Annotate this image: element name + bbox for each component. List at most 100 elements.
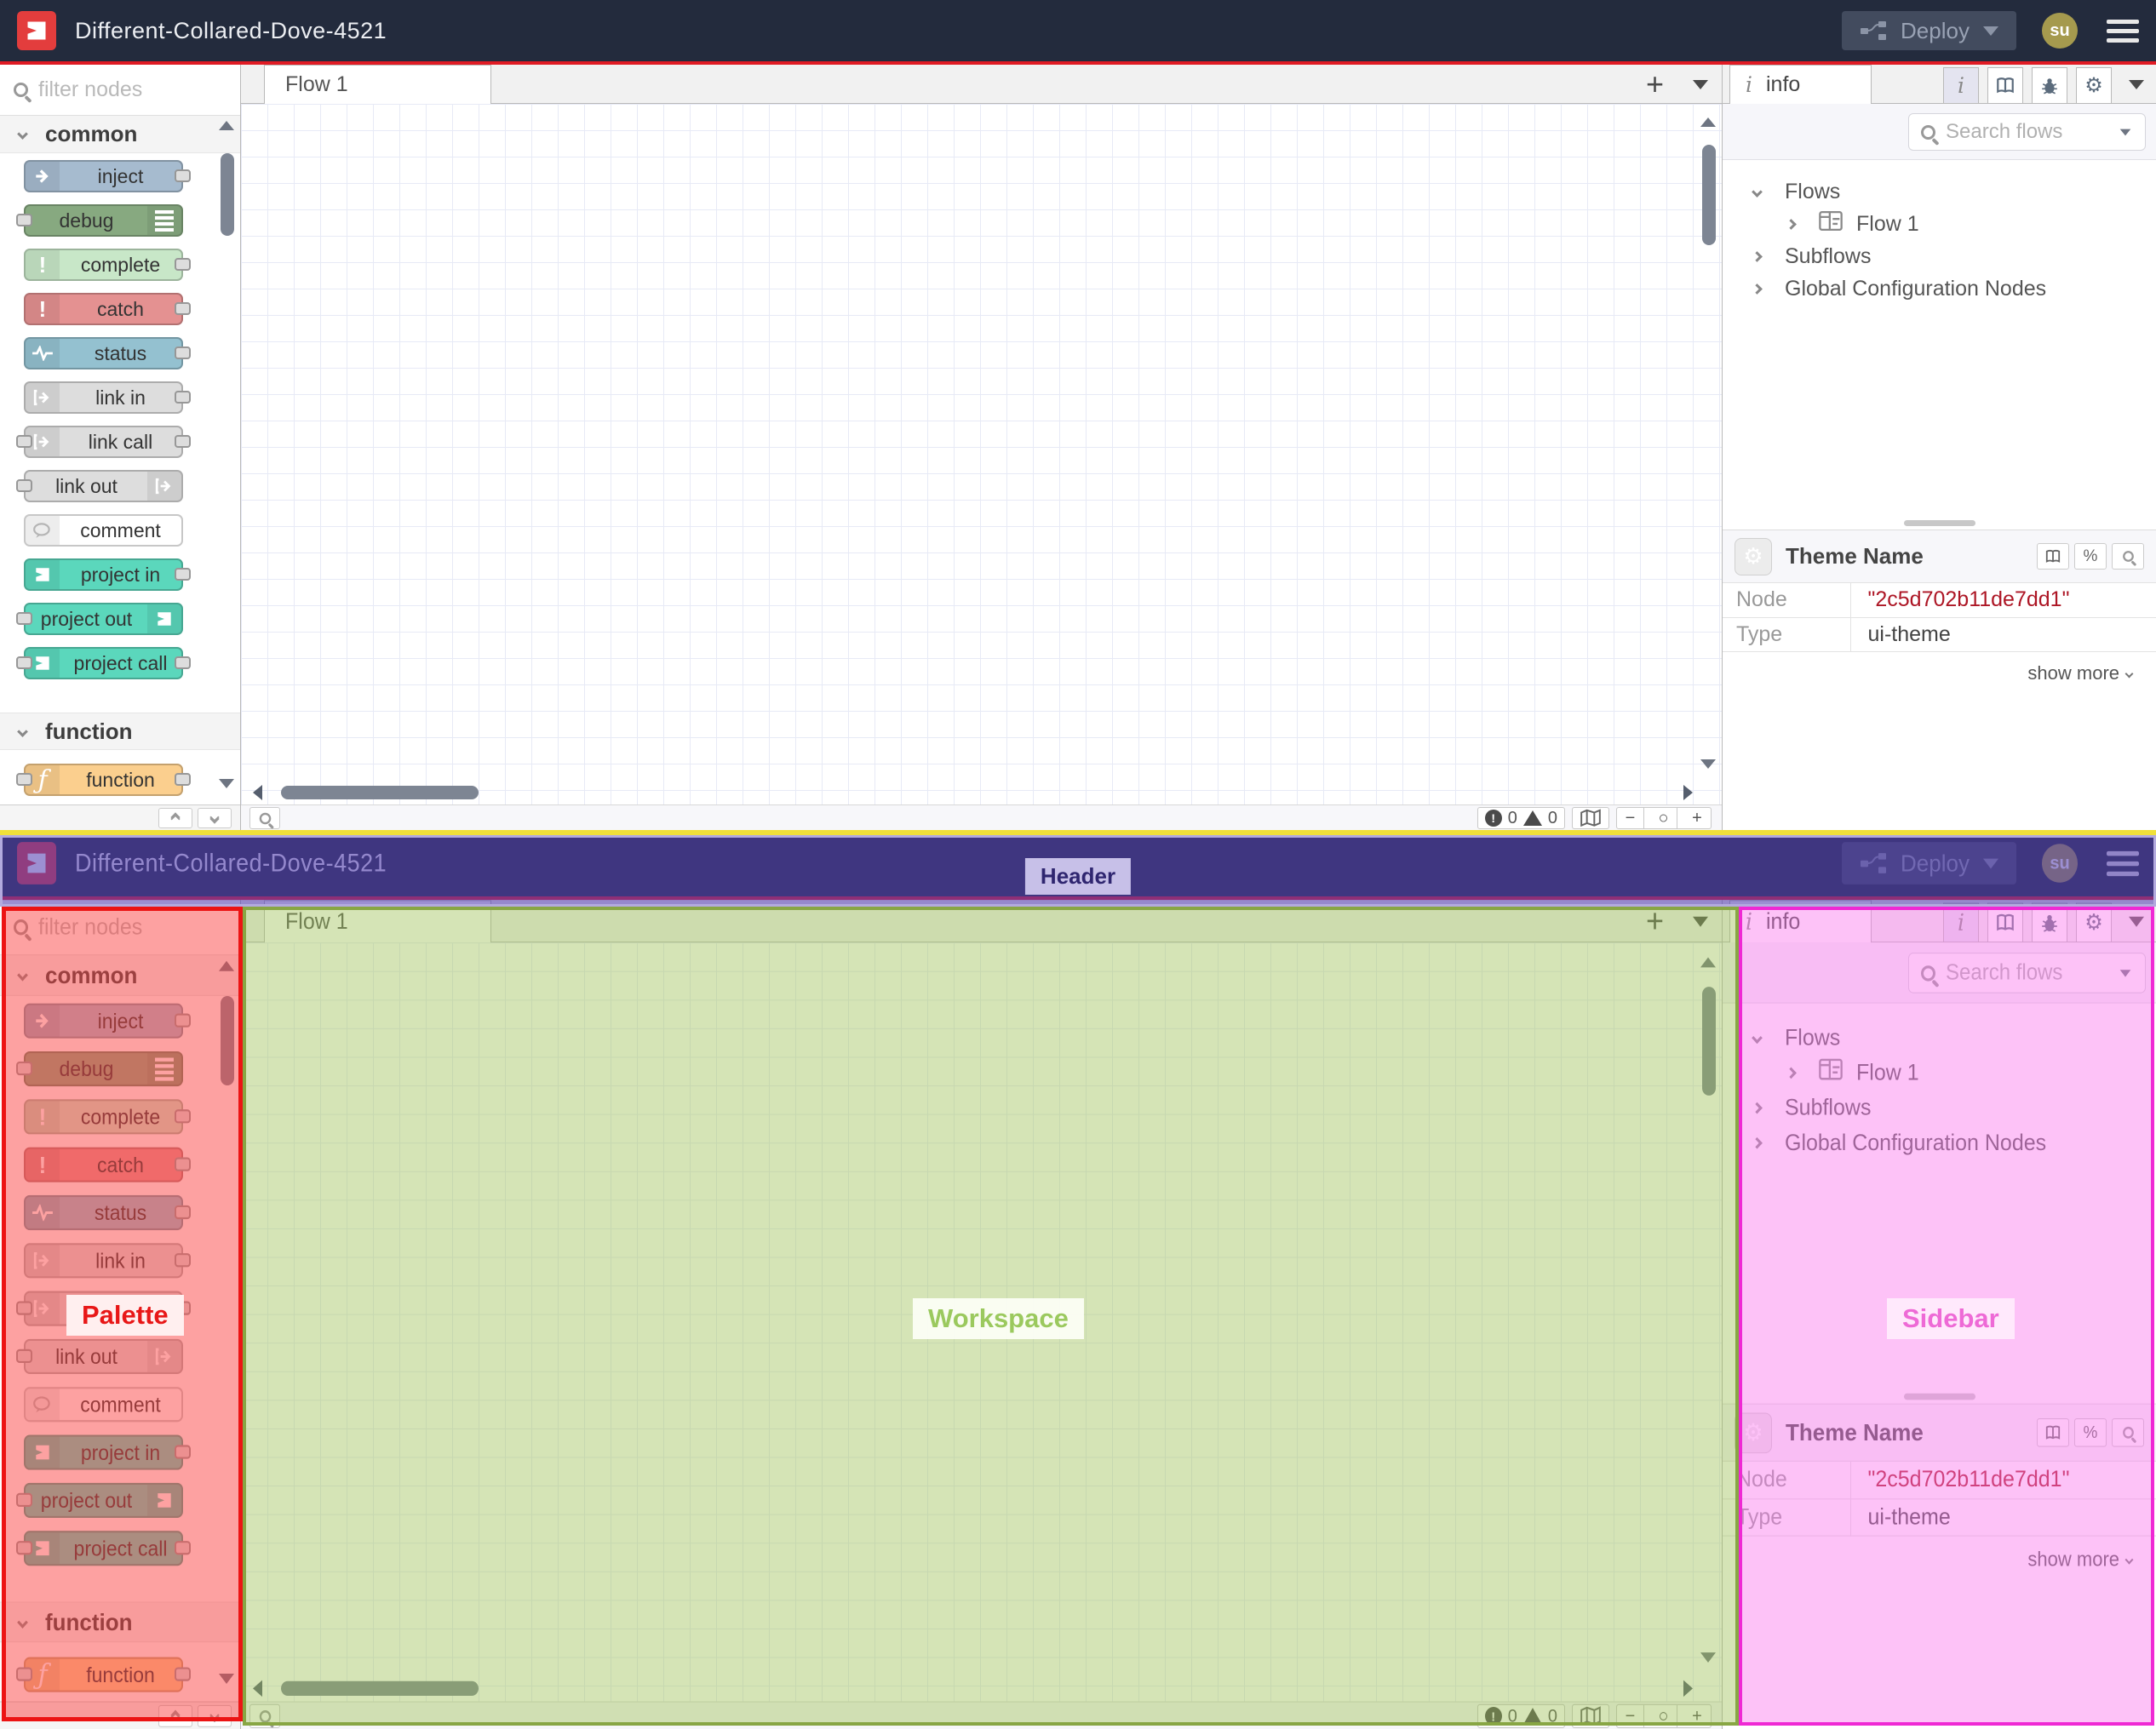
node-input-port[interactable] xyxy=(16,1541,32,1555)
deploy-button[interactable]: Deploy xyxy=(1842,11,2016,50)
palette-node-function[interactable]: ƒ function xyxy=(16,764,191,796)
node-input-port[interactable] xyxy=(16,656,32,669)
tree-item-subflows[interactable]: Subflows xyxy=(1723,1090,2156,1125)
flow-canvas[interactable] xyxy=(241,104,1722,804)
palette-node-link-out[interactable]: link out xyxy=(16,470,183,502)
sidebar-splitter[interactable] xyxy=(1723,1389,2156,1405)
palette-node-link-in[interactable]: link in xyxy=(24,1243,191,1279)
node-output-port[interactable] xyxy=(175,1109,191,1124)
node-input-port[interactable] xyxy=(16,214,32,226)
zoom-reset-button[interactable]: ○ xyxy=(1650,808,1677,828)
palette-node-project-call[interactable]: project call xyxy=(16,647,191,679)
user-avatar[interactable]: su xyxy=(2042,13,2078,49)
palette-node-project-out[interactable]: project out xyxy=(16,1482,183,1518)
zoom-in-button[interactable]: + xyxy=(1683,808,1711,828)
show-more-link[interactable]: show more xyxy=(1723,652,2156,684)
tree-item-flow-1[interactable]: Flow 1 xyxy=(1723,208,2156,240)
canvas-horizontal-scrollbar[interactable] xyxy=(241,784,1722,801)
scrollbar-thumb[interactable] xyxy=(281,786,479,799)
drag-handle[interactable] xyxy=(1903,1393,1975,1400)
flow-search-box[interactable] xyxy=(1908,113,2146,151)
scroll-down-icon[interactable] xyxy=(219,779,234,788)
search-options-caret[interactable] xyxy=(2119,129,2131,135)
palette-node-status[interactable]: status xyxy=(24,337,191,369)
palette-node-inject[interactable]: inject xyxy=(24,1003,191,1039)
palette-node-debug[interactable]: debug xyxy=(16,1051,183,1087)
node-input-port[interactable] xyxy=(16,1061,32,1076)
node-output-port[interactable] xyxy=(175,656,191,669)
node-output-port[interactable] xyxy=(175,346,191,359)
tree-item-subflows[interactable]: Subflows xyxy=(1723,240,2156,272)
node-input-port[interactable] xyxy=(16,612,32,625)
node-input-port[interactable] xyxy=(16,1492,32,1507)
palette-filter-input[interactable] xyxy=(38,913,200,941)
zoom-out-button[interactable]: − xyxy=(1617,808,1644,828)
palette-node-project-out[interactable]: project out xyxy=(16,603,183,635)
sidebar-splitter[interactable] xyxy=(1723,517,2156,530)
node-output-port[interactable] xyxy=(175,1445,191,1459)
flow-canvas[interactable] xyxy=(241,942,1722,1702)
expand-all-button[interactable] xyxy=(198,1704,232,1727)
sidebar-tool-help[interactable] xyxy=(1987,67,2023,104)
palette-node-link-out[interactable]: link out xyxy=(16,1338,183,1375)
node-input-port[interactable] xyxy=(16,435,32,448)
scrollbar-thumb[interactable] xyxy=(221,153,234,236)
find-node-button[interactable] xyxy=(2112,1418,2144,1447)
palette-category-function[interactable]: function xyxy=(0,1601,240,1643)
palette-category-common[interactable]: common xyxy=(0,116,240,153)
node-help-button[interactable] xyxy=(2037,1418,2069,1447)
node-output-port[interactable] xyxy=(175,1541,191,1555)
main-menu-icon[interactable] xyxy=(2107,850,2139,876)
add-flow-button[interactable]: + xyxy=(1646,69,1664,100)
sidebar-tool-help[interactable] xyxy=(1987,902,2023,943)
scroll-right-icon[interactable] xyxy=(1683,1680,1693,1698)
flow-search-box[interactable] xyxy=(1908,953,2146,993)
scrollbar-thumb[interactable] xyxy=(281,1680,479,1697)
tab-flow-1[interactable]: Flow 1 xyxy=(264,65,491,104)
node-output-port[interactable] xyxy=(175,435,191,448)
search-options-caret[interactable] xyxy=(2119,969,2131,977)
palette-node-comment[interactable]: comment xyxy=(24,1387,183,1423)
sidebar-tool-config[interactable]: ⚙ xyxy=(2076,67,2112,104)
palette-category-common[interactable]: common xyxy=(0,955,240,996)
expand-all-button[interactable] xyxy=(198,807,232,828)
zoom-reset-button[interactable]: ○ xyxy=(1650,1704,1677,1727)
palette-node-status[interactable]: status xyxy=(24,1194,191,1231)
palette-node-link-in[interactable]: link in xyxy=(24,381,191,414)
drag-handle[interactable] xyxy=(1903,520,1975,526)
tree-item-global-config[interactable]: Global Configuration Nodes xyxy=(1723,1125,2156,1160)
sidebar-tool-debug[interactable] xyxy=(2032,67,2067,104)
palette-node-comment[interactable]: comment xyxy=(24,514,183,547)
canvas-vertical-scrollbar[interactable] xyxy=(1700,955,1717,1701)
palette-node-complete[interactable]: ! complete xyxy=(24,249,191,281)
tree-item-flows[interactable]: Flows xyxy=(1723,175,2156,208)
deploy-options-caret[interactable] xyxy=(1982,858,1998,868)
collapse-all-button[interactable] xyxy=(158,807,192,828)
sidebar-tool-info[interactable]: i xyxy=(1943,902,1979,943)
scroll-right-icon[interactable] xyxy=(1683,785,1693,800)
palette-scrollbar[interactable] xyxy=(219,959,236,1086)
palette-scrollbar[interactable] xyxy=(219,119,236,236)
palette-node-complete[interactable]: ! complete xyxy=(24,1099,191,1135)
scrollbar-thumb[interactable] xyxy=(1702,145,1716,245)
tab-info[interactable]: i info xyxy=(1729,65,1872,104)
palette-node-catch[interactable]: ! catch xyxy=(24,1147,191,1182)
main-menu-icon[interactable] xyxy=(2107,19,2139,43)
node-output-port[interactable] xyxy=(175,169,191,182)
scroll-up-icon[interactable] xyxy=(1700,957,1716,968)
deploy-button[interactable]: Deploy xyxy=(1842,842,2016,885)
notification-counts[interactable]: ! 0 0 xyxy=(1477,1703,1565,1728)
node-output-port[interactable] xyxy=(175,258,191,271)
scroll-down-icon[interactable] xyxy=(219,1674,234,1684)
flow-list-caret[interactable] xyxy=(1693,79,1708,89)
node-input-port[interactable] xyxy=(16,1348,32,1364)
find-node-button[interactable] xyxy=(2112,543,2144,570)
user-avatar[interactable]: su xyxy=(2042,844,2078,883)
scroll-down-icon[interactable] xyxy=(1700,1652,1716,1663)
flow-search-input[interactable] xyxy=(1946,959,2107,987)
scroll-down-icon[interactable] xyxy=(1700,759,1716,769)
deploy-options-caret[interactable] xyxy=(1982,26,1998,36)
node-output-port[interactable] xyxy=(175,773,191,786)
palette-node-debug[interactable]: debug xyxy=(16,204,183,237)
palette-node-project-in[interactable]: project in xyxy=(24,1434,191,1470)
